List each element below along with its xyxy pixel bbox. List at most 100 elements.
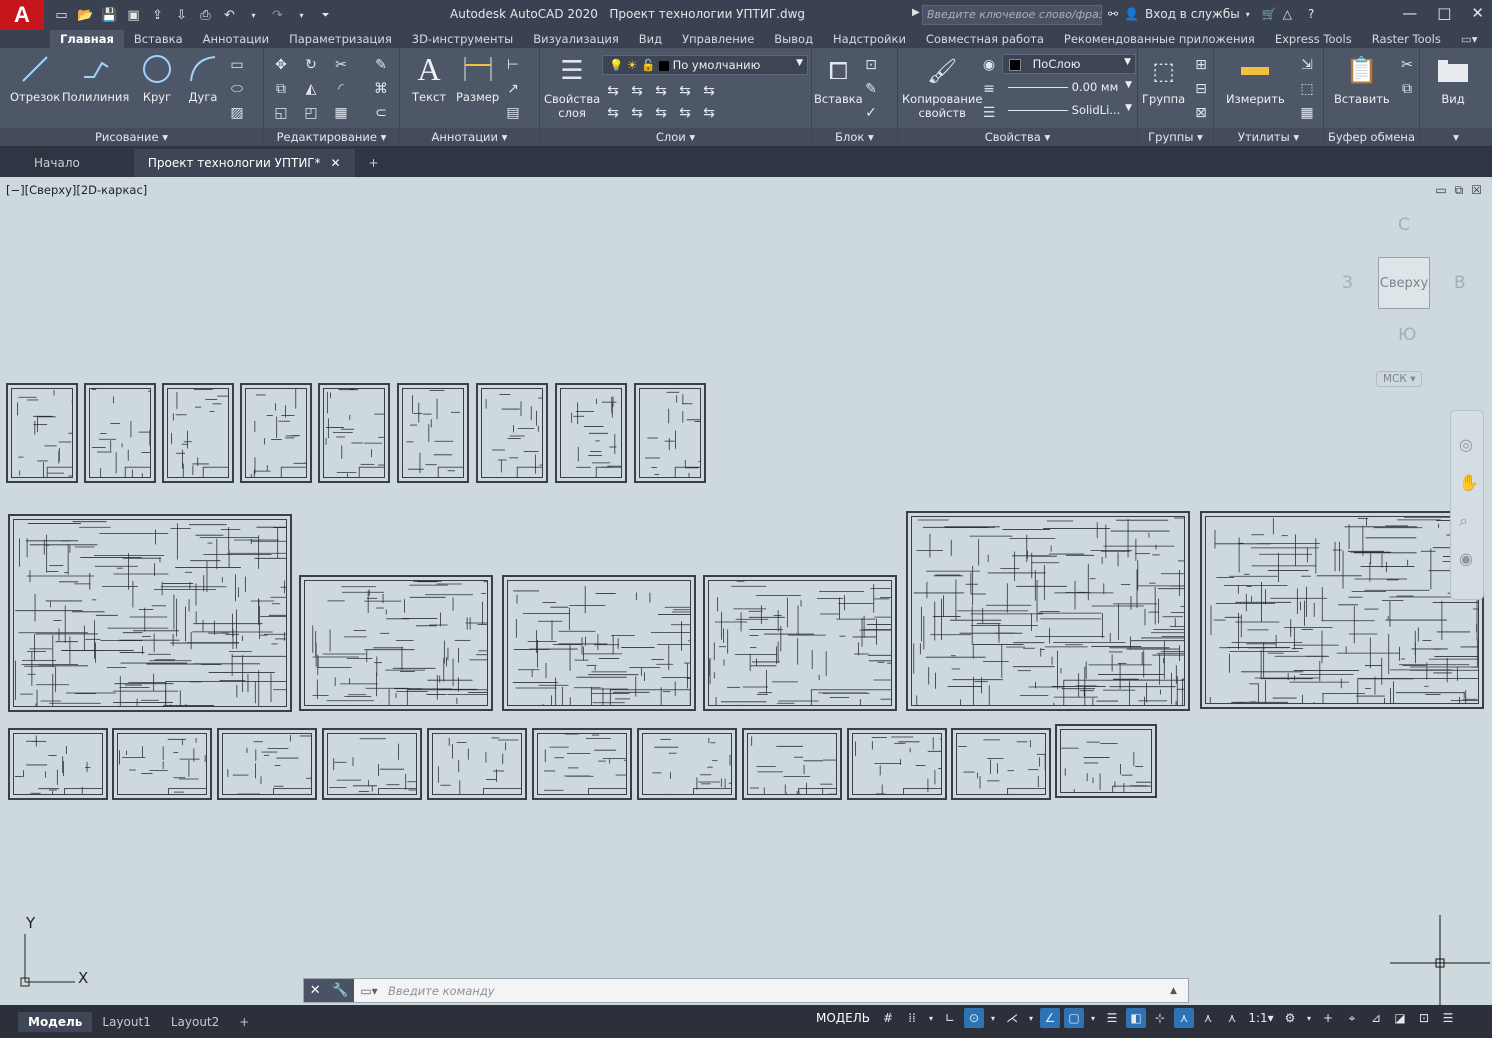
drawing-sheet[interactable] [951,728,1051,800]
object-snap-icon[interactable]: ▢ [1064,1008,1085,1028]
undo-icon[interactable]: ↶ [220,6,239,24]
rectangle-icon[interactable]: ▭ [228,56,246,74]
quick-select-icon[interactable]: ⇲ [1298,56,1316,74]
save-icon[interactable]: 💾 [100,6,119,24]
a360-icon[interactable]: △ [1283,7,1292,21]
model-space-toggle[interactable]: МОДЕЛЬ [812,1011,874,1025]
line-button[interactable]: Отрезок [10,52,60,104]
color-wheel-icon[interactable]: ◉ [980,56,998,74]
offset-icon[interactable]: ⊂ [372,104,390,122]
drawing-sheet[interactable] [240,383,312,483]
layout-tab-model[interactable]: Модель [18,1011,93,1032]
new-tab-button[interactable]: + [355,149,393,177]
text-button[interactable]: A Текст [412,51,446,105]
grid-icon[interactable]: # [878,1008,898,1028]
lineweight-icon[interactable]: ≡ [980,80,998,98]
circle-button[interactable]: Круг [140,52,174,104]
layer-properties-button[interactable]: ☰ Свойства слоя [544,54,600,120]
drawing-sheet[interactable] [555,383,627,483]
command-history-icon[interactable]: ▲ [1170,986,1188,996]
open-file-icon[interactable]: 📂 [76,6,95,24]
ungroup-icon[interactable]: ⊞ [1192,56,1210,74]
isolate-objects-icon[interactable]: ◪ [1390,1008,1410,1028]
drawing-sheet[interactable] [322,728,422,800]
drawing-sheet[interactable] [742,728,842,800]
plot-icon[interactable]: ⎙ [196,6,215,24]
add-icon[interactable]: + [1318,1008,1338,1028]
fillet-icon[interactable]: ◜ [332,80,350,98]
rotate-icon[interactable]: ↻ [302,56,320,74]
layer-thaw-icon[interactable]: ⇆ [652,104,670,122]
layer-match-icon[interactable]: ⇆ [700,82,718,100]
ribbon-tab[interactable]: Надстройки [823,30,916,48]
selection-cycling-icon[interactable]: ⊹ [1150,1008,1170,1028]
layer-isolate-icon[interactable]: ⇆ [628,82,646,100]
drawing-sheet[interactable] [112,728,212,800]
polyline-button[interactable]: Полилиния [62,52,129,104]
pan-icon[interactable]: ✋ [1459,473,1479,492]
steering-wheel-icon[interactable]: ◎ [1459,435,1473,454]
cart-icon[interactable]: 🛒 [1262,7,1277,21]
copy-clip-icon[interactable]: ⧉ [1398,80,1416,98]
ribbon-tab[interactable]: Параметризация [279,30,402,48]
new-file-icon[interactable]: ▭ [52,6,71,24]
save-as-icon[interactable]: ▣ [124,6,143,24]
drawing-sheet[interactable] [6,383,78,483]
ribbon-tab[interactable]: Вид [629,30,672,48]
block-panel-footer[interactable]: Блок ▾ [812,128,897,146]
ribbon-tab[interactable]: Рекомендованные приложения [1054,30,1265,48]
clipboard-panel-footer[interactable]: Буфер обмена [1324,128,1419,146]
block-attributes-icon[interactable]: ✓ [862,104,880,122]
redo-dropdown-icon[interactable]: ▾ [292,6,311,24]
layer-walk-icon[interactable]: ⇆ [700,104,718,122]
customize-command-icon[interactable]: 🔧 [332,983,348,998]
ortho-icon[interactable]: ∟ [940,1008,960,1028]
vp-minimize-icon[interactable]: ▭ [1435,183,1446,198]
hatch-icon[interactable]: ▨ [228,104,246,122]
object-snap-tracking-icon[interactable]: ∠ [1040,1008,1061,1028]
select-all-icon[interactable]: ⬚ [1298,80,1316,98]
create-block-icon[interactable]: ⊡ [862,56,880,74]
layer-off-icon[interactable]: ⇆ [604,82,622,100]
polar-tracking-icon[interactable]: ⊙ [964,1008,985,1028]
close-tab-icon[interactable]: ✕ [330,156,340,170]
ribbon-options-icon[interactable]: ▭▾ [1451,30,1488,48]
binoculars-icon[interactable]: ⚯ [1108,7,1118,21]
viewcube-north[interactable]: С [1398,215,1410,235]
close-icon[interactable]: ✕ [1471,4,1484,22]
drawing-sheet[interactable] [318,383,390,483]
group-select-icon[interactable]: ⊠ [1192,104,1210,122]
move-icon[interactable]: ✥ [272,56,290,74]
drawing-sheet[interactable] [703,575,897,711]
transparency-icon[interactable]: ◧ [1126,1008,1147,1028]
annotation-scale-icon[interactable]: ⋏ [1222,1008,1242,1028]
drawing-sheet[interactable] [476,383,548,483]
quick-properties-icon[interactable]: ⊿ [1366,1008,1386,1028]
lineweight-display-icon[interactable]: ☰ [1102,1008,1122,1028]
layers-panel-footer[interactable]: Слои ▾ [540,128,811,146]
linetype-dropdown[interactable]: SolidLi... ▼ [1002,101,1136,121]
web-save-icon[interactable]: ⇩ [172,6,191,24]
workspace-gear-icon[interactable]: ⚙ [1280,1008,1300,1028]
drawing-sheet[interactable] [8,728,108,800]
group-edit-icon[interactable]: ⊟ [1192,80,1210,98]
color-dropdown[interactable]: ПоСлою ▼ [1002,54,1136,74]
close-command-icon[interactable]: ✕ [310,983,321,998]
layout-tab-2[interactable]: Layout2 [161,1012,229,1032]
properties-panel-footer[interactable]: Свойства ▾ [898,128,1137,146]
viewcube-west[interactable]: З [1342,273,1353,293]
search-expand-icon[interactable]: ▶ [912,7,920,18]
minimize-icon[interactable]: — [1402,4,1417,22]
application-menu-button[interactable]: A [0,0,44,30]
trim-icon[interactable]: ✂ [332,56,350,74]
customize-statusbar-icon[interactable]: ☰ [1438,1008,1458,1028]
ribbon-tab[interactable]: Аннотации [193,30,279,48]
drawing-sheet[interactable] [906,511,1190,711]
groups-panel-footer[interactable]: Группы ▾ [1138,128,1213,146]
recent-commands-icon[interactable]: ▭▾ [354,984,384,998]
customize-qat-icon[interactable]: ⏷ [316,6,335,24]
ellipse-icon[interactable]: ⬭ [228,80,246,98]
lineweight-dropdown[interactable]: 0.00 мм ▼ [1002,78,1136,98]
clean-screen-icon[interactable]: ⊡ [1414,1008,1434,1028]
drawing-sheet[interactable] [532,728,632,800]
